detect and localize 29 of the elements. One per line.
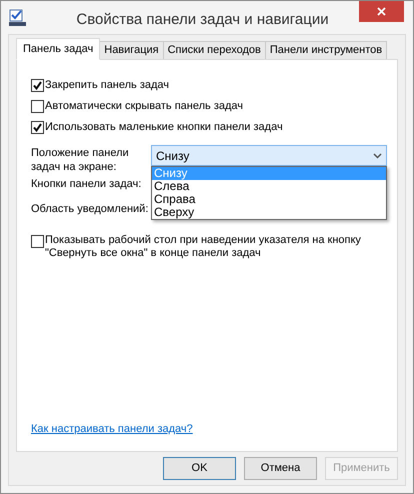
- dropdown-option[interactable]: Сверху: [152, 206, 386, 219]
- checkbox[interactable]: [31, 79, 44, 92]
- tab[interactable]: Списки переходов: [162, 41, 266, 59]
- chevron-icon: [373, 152, 382, 158]
- dropdown-option[interactable]: Справа: [152, 193, 386, 206]
- tab[interactable]: Панель задач: [16, 38, 100, 60]
- window-title: Свойства панели задач и навигации: [75, 10, 330, 30]
- checkbox[interactable]: [31, 100, 44, 113]
- dialog-button[interactable]: Отмена: [244, 457, 317, 480]
- tab[interactable]: Панели инструментов: [264, 41, 388, 59]
- tab[interactable]: Навигация: [99, 41, 164, 59]
- dialog-button[interactable]: OK: [163, 457, 236, 480]
- check-icon: [33, 81, 42, 90]
- position-dropdown[interactable]: Снизу: [151, 145, 387, 166]
- field-label: Область уведомлений:: [31, 202, 148, 218]
- checkbox-label: Закрепить панель задач: [45, 78, 170, 94]
- checkbox-label: Показывать рабочий стол при наведении указателя на кнопку "Свернуть все окна" в конце панели задач: [45, 234, 362, 260]
- checkbox[interactable]: [31, 235, 44, 248]
- checkbox-label: Автоматически скрывать панель задач: [45, 99, 244, 114]
- help-link[interactable]: Как настраивать панели задач?: [31, 420, 193, 437]
- dropdown-option[interactable]: Слева: [152, 180, 386, 193]
- field-label: Кнопки панели задач:: [31, 177, 142, 192]
- close-button[interactable]: [359, 1, 404, 22]
- close-icon: [377, 7, 386, 16]
- checkbox[interactable]: [31, 121, 44, 134]
- check-icon: [33, 123, 42, 132]
- app-icon: [9, 9, 26, 26]
- checkbox-label: Использовать маленькие кнопки панели задач: [45, 120, 283, 136]
- field-label: Положение панели задач на экране:: [31, 146, 130, 174]
